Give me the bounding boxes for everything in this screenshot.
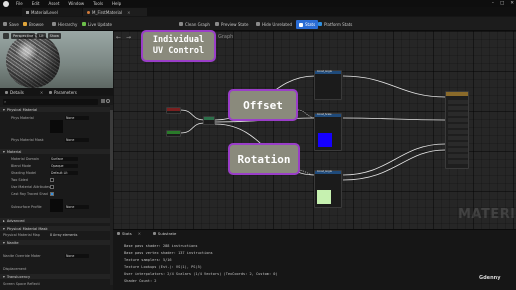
material-result-node[interactable] [445, 91, 469, 169]
annotation-offset: Offset [228, 89, 298, 121]
annotation-rotation: Rotation [228, 143, 300, 175]
texture-sample-node-2[interactable]: Const_Scale [314, 113, 342, 151]
annotation-uv-control: Individual UV Control [141, 30, 216, 62]
scalar-param-node[interactable] [166, 130, 181, 137]
result-pins [448, 100, 468, 166]
node-header [167, 131, 180, 134]
node-header [167, 108, 180, 111]
wire [342, 117, 446, 121]
overlay-brand-text: Gdenny [479, 275, 501, 281]
stats-line: Base pass shader: 288 instructions [124, 244, 198, 248]
node-header [446, 92, 468, 96]
wire [342, 143, 446, 176]
stats-line: Shader Count: 2 [124, 279, 157, 283]
stats-line: User interpolators: 2/4 Scalars (1/4 Vec… [124, 272, 278, 276]
node-header [204, 117, 214, 120]
stats-panel [113, 229, 516, 290]
wire [297, 109, 316, 119]
texture-preview-green [317, 190, 331, 204]
stats-line: Texture samplers: 5/16 [124, 258, 172, 262]
stats-line: Base pass vertex shader: 137 instruction… [124, 251, 213, 255]
texcoord-node[interactable] [166, 107, 181, 114]
tab-label: Stats [122, 231, 132, 236]
node-title: Const_Angle [317, 70, 332, 73]
node-title: Const_Scale [317, 113, 332, 116]
wire [342, 75, 446, 98]
tab-substrate[interactable]: Substrate [152, 231, 177, 236]
stats-tab-bar: Stats ✕ Substrate [113, 231, 176, 236]
annotation-label: Offset [243, 98, 283, 112]
annotation-label: Rotation [237, 152, 291, 166]
wire [342, 149, 446, 181]
tab-close-icon[interactable]: ✕ [138, 231, 141, 236]
tab-label: Substrate [157, 231, 177, 236]
texture-sample-node-1[interactable]: Const_Angle [314, 70, 342, 100]
texture-sample-node-3[interactable]: Const_Angle [314, 170, 342, 208]
multiply-node[interactable] [203, 116, 215, 125]
stats-line: Texture Lookups (Est.): VS(1), PS(5) [124, 265, 202, 269]
tab-stats[interactable]: Stats ✕ [113, 231, 141, 236]
substrate-icon [152, 232, 156, 235]
material-watermark: MATERI [458, 207, 516, 222]
node-title: Const_Angle [317, 170, 332, 173]
stats-icon [117, 232, 120, 235]
wire [179, 109, 206, 121]
wire [179, 122, 206, 134]
texture-preview-blue [318, 133, 332, 147]
annotation-label: Individual UV Control [152, 35, 205, 56]
